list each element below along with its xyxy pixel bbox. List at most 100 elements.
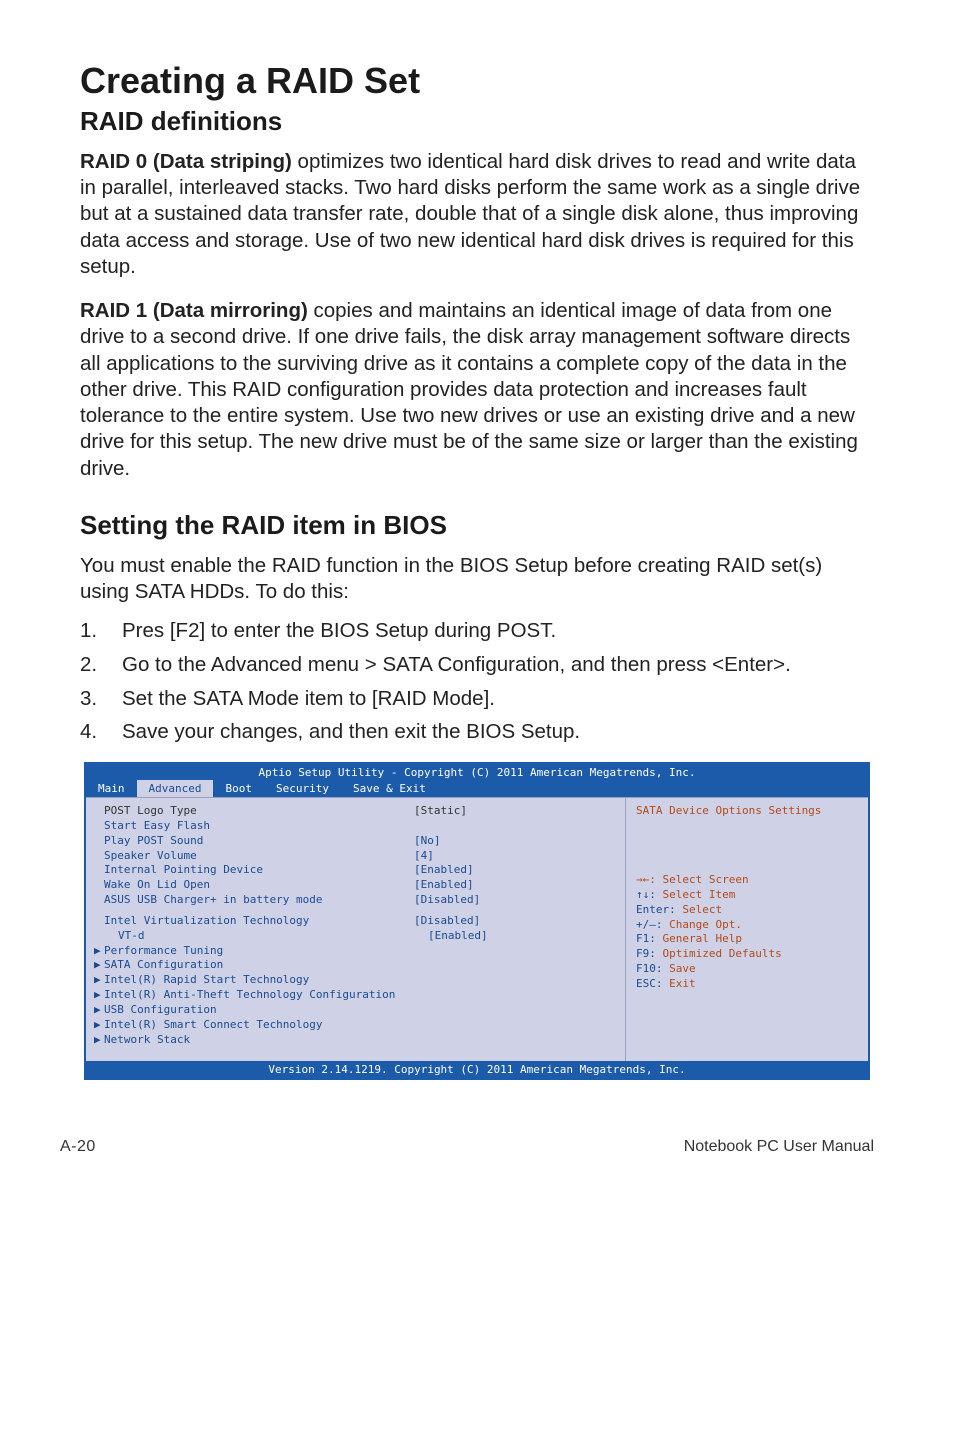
bios-row[interactable]: Start Easy Flash	[104, 819, 617, 834]
page-footer: A-20 Notebook PC User Manual	[0, 1110, 954, 1176]
bios-row[interactable]: Wake On Lid Open[Enabled]	[104, 878, 617, 893]
bios-screenshot: Aptio Setup Utility - Copyright (C) 2011…	[84, 762, 870, 1081]
step-text-fragment: item to [RAID Mode].	[299, 687, 495, 710]
bios-row-value: [Disabled]	[414, 914, 480, 929]
bios-submenu[interactable]: ▶Performance Tuning	[94, 944, 617, 959]
paragraph-raid1: RAID 1 (Data mirroring) copies and maint…	[80, 298, 874, 482]
bios-header: Aptio Setup Utility - Copyright (C) 2011…	[86, 764, 868, 780]
raid1-body: copies and maintains an identical image …	[80, 299, 858, 479]
step-text: Go to the Advanced menu > SATA Configura…	[122, 651, 874, 679]
bios-row[interactable]: VT-d[Enabled]	[104, 929, 617, 944]
bios-tab-advanced[interactable]: Advanced	[137, 780, 214, 797]
keyhelp-row: F1: General Help	[636, 932, 858, 947]
step-text-fragment: Go to the	[122, 653, 211, 676]
bios-tab-boot[interactable]: Boot	[213, 780, 264, 797]
page-title: Creating a RAID Set	[80, 60, 874, 102]
bios-tab-security[interactable]: Security	[264, 780, 341, 797]
bios-row-value: [Enabled]	[414, 863, 474, 878]
triangle-icon: ▶	[94, 988, 104, 1003]
bios-row-value: [4]	[414, 849, 434, 864]
triangle-icon: ▶	[94, 1033, 104, 1048]
bios-row-label: ASUS USB Charger+ in battery mode	[104, 893, 414, 908]
keyhelp-key: ESC:	[636, 977, 663, 990]
keyhelp-desc: Select Item	[663, 888, 736, 901]
manual-title: Notebook PC User Manual	[684, 1138, 874, 1156]
step-text-bold: SATA Mode	[193, 687, 299, 710]
bios-row[interactable]: Play POST Sound[No]	[104, 834, 617, 849]
bios-submenu[interactable]: ▶SATA Configuration	[94, 958, 617, 973]
step-number: 1.	[80, 617, 122, 645]
bios-submenu-label: Network Stack	[104, 1033, 190, 1048]
bios-row-value: [Enabled]	[428, 929, 488, 944]
keyhelp-desc: General Help	[663, 932, 742, 945]
bios-submenu-label: USB Configuration	[104, 1003, 217, 1018]
bios-row-label: Play POST Sound	[104, 834, 414, 849]
bios-row[interactable]: Internal Pointing Device[Enabled]	[104, 863, 617, 878]
bios-row-label: Internal Pointing Device	[104, 863, 414, 878]
triangle-icon: ▶	[94, 1003, 104, 1018]
keyhelp-row: F10: Save	[636, 962, 858, 977]
bios-footer: Version 2.14.1219. Copyright (C) 2011 Am…	[86, 1061, 868, 1078]
bios-row[interactable]: ASUS USB Charger+ in battery mode[Disabl…	[104, 893, 617, 908]
subtitle-setting-raid: Setting the RAID item in BIOS	[80, 510, 874, 541]
bios-submenu-label: Intel(R) Smart Connect Technology	[104, 1018, 323, 1033]
step-number: 2.	[80, 651, 122, 679]
keyhelp-desc: Save	[669, 962, 696, 975]
step-text: Set the SATA Mode item to [RAID Mode].	[122, 685, 874, 713]
keyhelp-desc: Change Opt.	[669, 918, 742, 931]
step-2: 2. Go to the Advanced menu > SATA Config…	[80, 651, 874, 679]
keyhelp-desc: Select	[682, 903, 722, 916]
keyhelp-key: F10:	[636, 962, 663, 975]
bios-tab-save-exit[interactable]: Save & Exit	[341, 780, 438, 797]
bios-submenu[interactable]: ▶USB Configuration	[94, 1003, 617, 1018]
bios-submenu[interactable]: ▶Intel(R) Anti-Theft Technology Configur…	[94, 988, 617, 1003]
bios-submenu-label: Performance Tuning	[104, 944, 223, 959]
bios-submenu[interactable]: ▶Network Stack	[94, 1033, 617, 1048]
step-4: 4. Save your changes, and then exit the …	[80, 718, 874, 746]
bios-row[interactable]: Intel Virtualization Technology[Disabled…	[104, 914, 617, 929]
bios-submenu[interactable]: ▶Intel(R) Smart Connect Technology	[94, 1018, 617, 1033]
triangle-icon: ▶	[94, 958, 104, 973]
bios-row-value: [Static]	[414, 804, 467, 819]
bios-row-label: Intel Virtualization Technology	[104, 914, 414, 929]
step-text: Pres [F2] to enter the BIOS Setup during…	[122, 617, 874, 645]
paragraph-raid0: RAID 0 (Data striping) optimizes two ide…	[80, 149, 874, 280]
keyhelp-key: F1:	[636, 932, 656, 945]
keyhelp-key: →←:	[636, 873, 656, 886]
bios-row-value: [No]	[414, 834, 441, 849]
bios-tab-main[interactable]: Main	[86, 780, 137, 797]
step-text-bold: SATA Configuration	[382, 653, 559, 676]
keyhelp-desc: Exit	[669, 977, 696, 990]
bios-submenu-label: SATA Configuration	[104, 958, 223, 973]
steps-list: 1. Pres [F2] to enter the BIOS Setup dur…	[80, 617, 874, 746]
raid1-lead: RAID 1 (Data mirroring)	[80, 299, 308, 322]
bios-left-panel: POST Logo Type[Static] Start Easy Flash …	[86, 798, 625, 1062]
keyhelp-row: Enter: Select	[636, 903, 858, 918]
keyhelp-key: +/—:	[636, 918, 663, 931]
bios-row-label: POST Logo Type	[104, 804, 414, 819]
bios-row-value: [Disabled]	[414, 893, 480, 908]
step-text-fragment: Set the	[122, 687, 193, 710]
bios-submenu-label: Intel(R) Anti-Theft Technology Configura…	[104, 988, 395, 1003]
bios-row[interactable]: POST Logo Type[Static]	[104, 804, 617, 819]
bios-tabs: Main Advanced Boot Security Save & Exit	[86, 780, 868, 797]
bios-row-label: VT-d	[104, 929, 428, 944]
bios-help-description: SATA Device Options Settings	[636, 804, 858, 817]
raid0-lead: RAID 0 (Data striping)	[80, 150, 292, 173]
bios-submenu-label: Intel(R) Rapid Start Technology	[104, 973, 309, 988]
bios-row[interactable]: Speaker Volume[4]	[104, 849, 617, 864]
step-number: 3.	[80, 685, 122, 713]
keyhelp-key: F9:	[636, 947, 656, 960]
keyhelp-row: +/—: Change Opt.	[636, 918, 858, 933]
bios-key-help: →←: Select Screen ↑↓: Select Item Enter:…	[636, 873, 858, 992]
page-number: A-20	[60, 1138, 96, 1156]
keyhelp-row: ↑↓: Select Item	[636, 888, 858, 903]
bios-submenu[interactable]: ▶Intel(R) Rapid Start Technology	[94, 973, 617, 988]
keyhelp-desc: Optimized Defaults	[663, 947, 782, 960]
bios-row-label: Start Easy Flash	[104, 819, 414, 834]
step-text-fragment: , and then press <Enter>.	[559, 653, 790, 676]
intro-setting: You must enable the RAID function in the…	[80, 553, 874, 605]
keyhelp-key: ↑↓:	[636, 888, 656, 901]
keyhelp-row: ESC: Exit	[636, 977, 858, 992]
step-number: 4.	[80, 718, 122, 746]
